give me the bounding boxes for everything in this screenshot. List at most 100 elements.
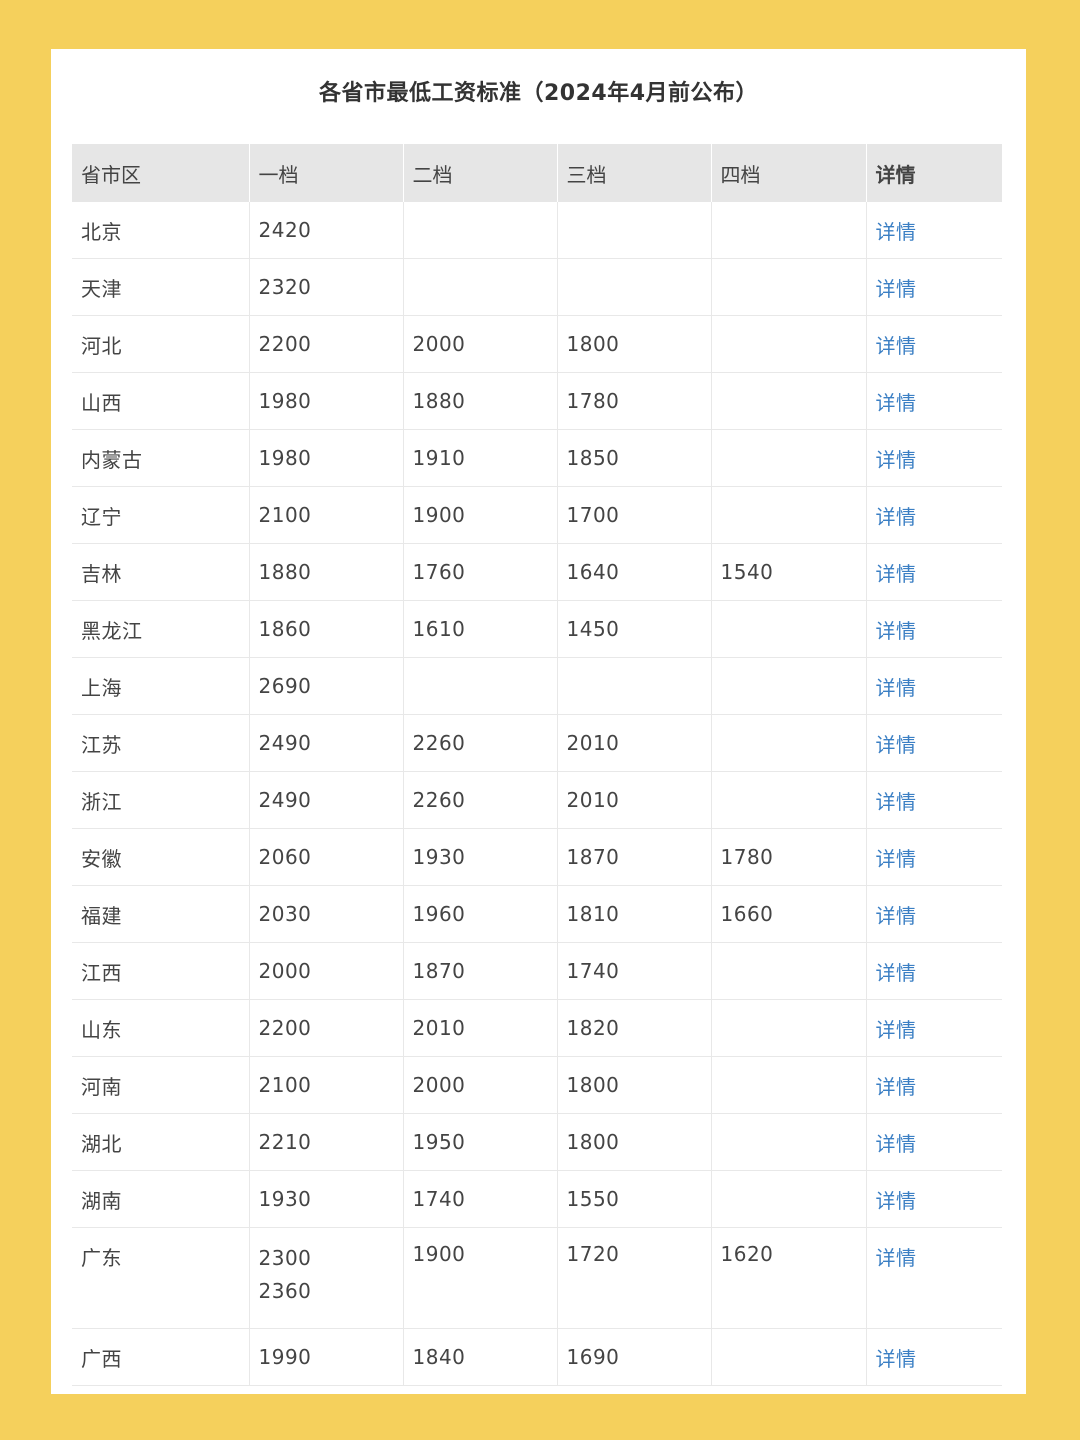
cell-region: 浙江 xyxy=(72,771,250,829)
cell-tier-3: 1700 xyxy=(557,486,712,544)
table-row: 上海 2690 详情 xyxy=(72,657,1002,715)
header-detail: 详情 xyxy=(866,144,1002,202)
cell-tier-4 xyxy=(711,657,867,715)
detail-link[interactable]: 详情 xyxy=(866,372,1002,430)
header-tier-3: 三档 xyxy=(557,144,712,202)
cell-tier-2: 1740 xyxy=(403,1170,558,1228)
cell-tier-4 xyxy=(711,771,867,829)
cell-region: 山东 xyxy=(72,999,250,1057)
table-header: 省市区 一档 二档 三档 四档 详情 xyxy=(72,144,1002,202)
cell-tier-1: 1860 xyxy=(249,600,404,658)
cell-tier-1: 1980 xyxy=(249,429,404,487)
detail-link[interactable]: 详情 xyxy=(866,600,1002,658)
cell-tier-2: 1900 xyxy=(403,486,558,544)
cell-region: 内蒙古 xyxy=(72,429,250,487)
detail-link[interactable]: 详情 xyxy=(866,486,1002,544)
cell-region: 河北 xyxy=(72,315,250,373)
detail-link[interactable]: 详情 xyxy=(866,1227,1002,1329)
cell-region: 广西 xyxy=(72,1328,250,1386)
cell-tier-2: 1870 xyxy=(403,942,558,1000)
detail-link[interactable]: 详情 xyxy=(866,258,1002,316)
detail-link[interactable]: 详情 xyxy=(866,1113,1002,1171)
cell-region: 江西 xyxy=(72,942,250,1000)
cell-tier-4: 1780 xyxy=(711,828,867,886)
detail-link[interactable]: 详情 xyxy=(866,714,1002,772)
cell-tier-3: 2010 xyxy=(557,771,712,829)
detail-link[interactable]: 详情 xyxy=(866,828,1002,886)
cell-tier-1-line-2: 2360 xyxy=(258,1279,312,1303)
cell-tier-1: 2300 2360 xyxy=(249,1227,404,1329)
cell-tier-2: 2000 xyxy=(403,1056,558,1114)
cell-tier-3: 1810 xyxy=(557,885,712,943)
detail-link[interactable]: 详情 xyxy=(866,1056,1002,1114)
table-body: 北京 2420 详情 天津 2320 详情 河北 2200 2000 1800 xyxy=(72,202,1002,1386)
header-region: 省市区 xyxy=(72,144,250,202)
detail-link[interactable]: 详情 xyxy=(866,657,1002,715)
detail-link[interactable]: 详情 xyxy=(866,429,1002,487)
cell-tier-3 xyxy=(557,202,712,259)
detail-link[interactable]: 详情 xyxy=(866,771,1002,829)
cell-tier-3 xyxy=(557,258,712,316)
detail-link[interactable]: 详情 xyxy=(866,942,1002,1000)
cell-tier-1: 2000 xyxy=(249,942,404,1000)
cell-tier-4 xyxy=(711,372,867,430)
detail-link[interactable]: 详情 xyxy=(866,1170,1002,1228)
detail-link[interactable]: 详情 xyxy=(866,315,1002,373)
detail-link[interactable]: 详情 xyxy=(866,543,1002,601)
cell-tier-1: 2200 xyxy=(249,315,404,373)
cell-tier-3: 1450 xyxy=(557,600,712,658)
cell-tier-2: 1880 xyxy=(403,372,558,430)
cell-region: 北京 xyxy=(72,202,250,259)
cell-region: 安徽 xyxy=(72,828,250,886)
cell-tier-3: 1820 xyxy=(557,999,712,1057)
cell-tier-1: 2490 xyxy=(249,771,404,829)
detail-link[interactable]: 详情 xyxy=(866,999,1002,1057)
cell-tier-4 xyxy=(711,600,867,658)
cell-tier-2 xyxy=(403,202,558,259)
cell-region: 江苏 xyxy=(72,714,250,772)
cell-tier-2: 1910 xyxy=(403,429,558,487)
cell-tier-3: 1740 xyxy=(557,942,712,1000)
table-row: 北京 2420 详情 xyxy=(72,202,1002,259)
detail-link[interactable]: 详情 xyxy=(866,885,1002,943)
table-row: 河北 2200 2000 1800 详情 xyxy=(72,315,1002,373)
cell-tier-2: 1900 xyxy=(403,1227,558,1329)
cell-tier-4 xyxy=(711,1328,867,1386)
detail-link[interactable]: 详情 xyxy=(866,202,1002,259)
cell-tier-3: 1690 xyxy=(557,1328,712,1386)
cell-tier-4 xyxy=(711,1170,867,1228)
table-row: 山东 2200 2010 1820 详情 xyxy=(72,999,1002,1057)
header-tier-1: 一档 xyxy=(249,144,404,202)
table-row: 广东 2300 2360 1900 1720 1620 详情 xyxy=(72,1227,1002,1329)
table-row: 河南 2100 2000 1800 详情 xyxy=(72,1056,1002,1114)
cell-tier-4 xyxy=(711,258,867,316)
wage-table: 省市区 一档 二档 三档 四档 详情 北京 2420 详情 天津 2320 详情… xyxy=(72,144,1002,1386)
cell-tier-1: 2210 xyxy=(249,1113,404,1171)
cell-tier-3: 1870 xyxy=(557,828,712,886)
cell-tier-4 xyxy=(711,429,867,487)
cell-region: 湖南 xyxy=(72,1170,250,1228)
cell-tier-2: 1950 xyxy=(403,1113,558,1171)
cell-tier-2: 2260 xyxy=(403,714,558,772)
cell-tier-2: 1930 xyxy=(403,828,558,886)
cell-tier-4 xyxy=(711,714,867,772)
table-row: 辽宁 2100 1900 1700 详情 xyxy=(72,486,1002,544)
cell-tier-2: 2000 xyxy=(403,315,558,373)
cell-tier-4: 1540 xyxy=(711,543,867,601)
cell-region: 辽宁 xyxy=(72,486,250,544)
cell-tier-2: 1960 xyxy=(403,885,558,943)
cell-tier-4 xyxy=(711,315,867,373)
cell-tier-4: 1620 xyxy=(711,1227,867,1329)
cell-tier-2 xyxy=(403,657,558,715)
cell-tier-4 xyxy=(711,486,867,544)
page-title: 各省市最低工资标准（2024年4月前公布） xyxy=(318,81,759,106)
table-row: 广西 1990 1840 1690 详情 xyxy=(72,1328,1002,1386)
cell-tier-3: 1640 xyxy=(557,543,712,601)
cell-tier-3: 1800 xyxy=(557,1113,712,1171)
cell-tier-3 xyxy=(557,657,712,715)
table-row: 天津 2320 详情 xyxy=(72,258,1002,316)
table-row: 湖南 1930 1740 1550 详情 xyxy=(72,1170,1002,1228)
table-row: 山西 1980 1880 1780 详情 xyxy=(72,372,1002,430)
detail-link[interactable]: 详情 xyxy=(866,1328,1002,1386)
cell-region: 湖北 xyxy=(72,1113,250,1171)
